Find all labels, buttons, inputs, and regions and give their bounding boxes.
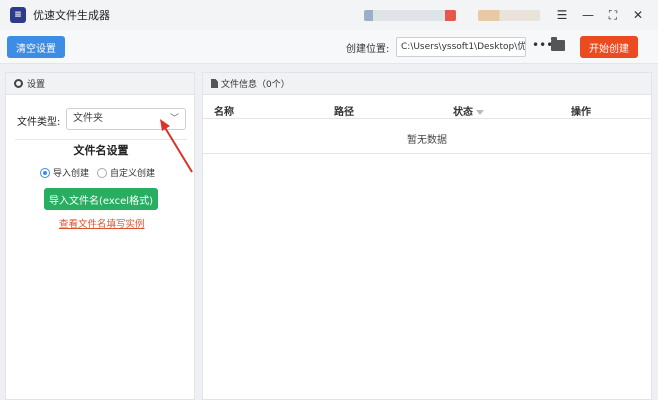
annotation-arrow-icon (160, 119, 193, 173)
